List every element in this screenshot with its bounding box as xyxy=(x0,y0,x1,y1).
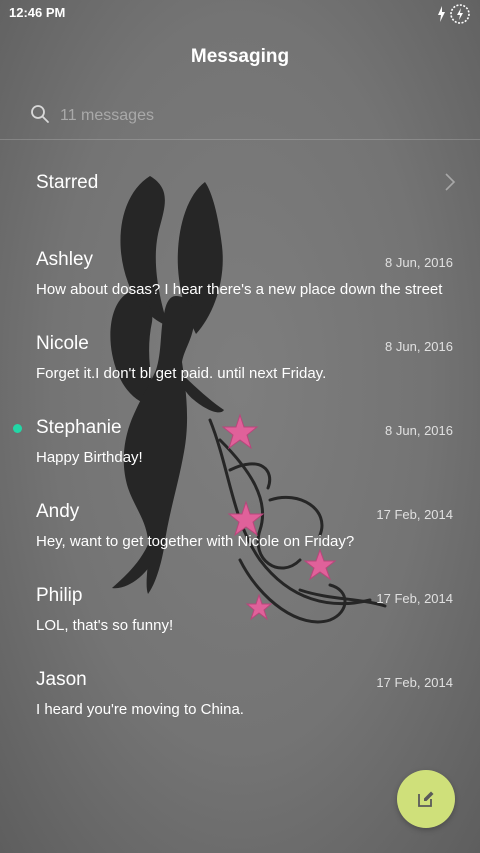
conversation-name: Ashley xyxy=(36,249,94,270)
compose-button[interactable] xyxy=(397,770,455,828)
conversation-item[interactable]: Philip 17 Feb, 2014 LOL, that's so funny… xyxy=(0,572,480,656)
battery-ring-icon xyxy=(450,4,470,24)
header-divider xyxy=(0,139,480,140)
conversation-date: 8 Jun, 2016 xyxy=(385,255,453,270)
conversation-snippet: How about dosas? I hear there's a new pl… xyxy=(36,281,443,298)
conversation-name: Andy xyxy=(36,501,80,522)
search-bar[interactable] xyxy=(30,100,450,130)
starred-label: Starred xyxy=(36,172,99,193)
conversation-item[interactable]: Nicole 8 Jun, 2016 Forget it.I don't bl … xyxy=(0,320,480,404)
search-input[interactable] xyxy=(58,103,442,129)
conversation-snippet: I heard you're moving to China. xyxy=(36,701,244,718)
conversation-date: 17 Feb, 2014 xyxy=(376,675,453,690)
unread-dot xyxy=(13,424,22,433)
conversation-name: Philip xyxy=(36,585,83,606)
status-bar: 12:46 PM xyxy=(0,0,480,26)
charging-bolt-icon xyxy=(438,6,445,22)
chevron-right-icon xyxy=(445,173,456,191)
conversation-date: 8 Jun, 2016 xyxy=(385,423,453,438)
conversation-date: 17 Feb, 2014 xyxy=(376,591,453,606)
conversation-snippet: Happy Birthday! xyxy=(36,449,143,466)
conversation-name: Jason xyxy=(36,669,87,690)
page-title: Messaging xyxy=(190,46,290,67)
compose-icon xyxy=(418,791,434,807)
starred-row[interactable]: Starred xyxy=(0,150,480,214)
conversation-date: 8 Jun, 2016 xyxy=(385,339,453,354)
conversation-name: Nicole xyxy=(36,333,89,354)
status-time: 12:46 PM xyxy=(9,5,66,20)
conversation-name: Stephanie xyxy=(36,417,122,438)
conversation-snippet: Hey, want to get together with Nicole on… xyxy=(36,533,355,550)
conversation-item[interactable]: Stephanie 8 Jun, 2016 Happy Birthday! xyxy=(0,404,480,488)
conversation-item[interactable]: Andy 17 Feb, 2014 Hey, want to get toget… xyxy=(0,488,480,572)
conversation-snippet: Forget it.I don't bl get paid. until nex… xyxy=(36,365,327,382)
status-icons xyxy=(438,4,470,24)
search-icon xyxy=(31,105,49,123)
conversation-date: 17 Feb, 2014 xyxy=(376,507,453,522)
conversation-snippet: LOL, that's so funny! xyxy=(36,617,174,634)
conversation-item[interactable]: Ashley 8 Jun, 2016 How about dosas? I he… xyxy=(0,236,480,320)
conversation-item[interactable]: Jason 17 Feb, 2014 I heard you're moving… xyxy=(0,656,480,740)
